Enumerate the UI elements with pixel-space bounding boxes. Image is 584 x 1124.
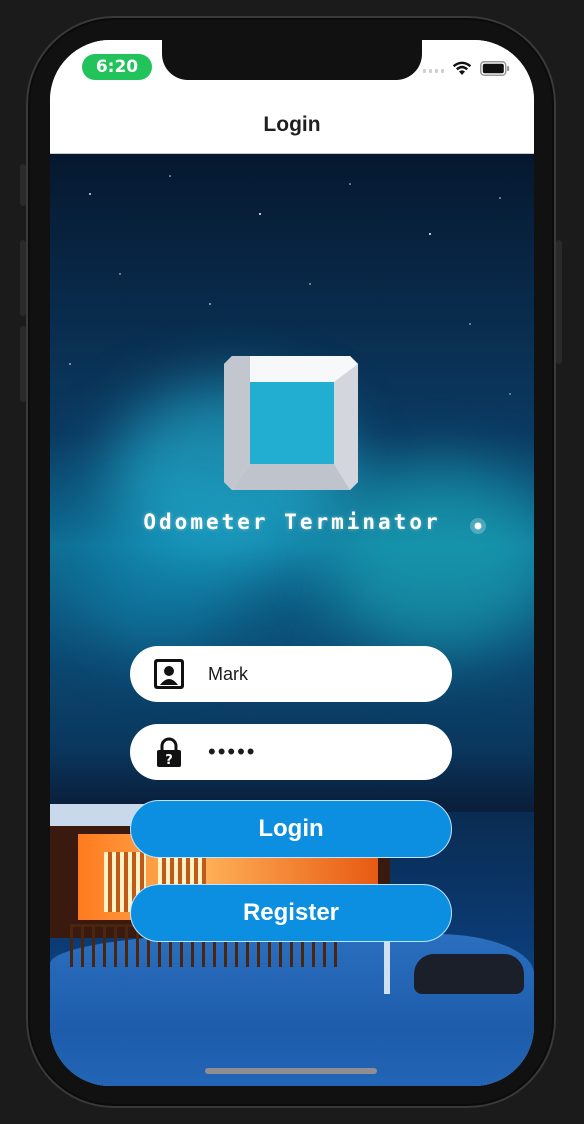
user-icon <box>154 659 184 689</box>
lock-icon: ? <box>157 737 181 767</box>
app-logo-icon <box>224 356 358 490</box>
navigation-bar: Login <box>50 100 534 154</box>
status-bar: 6:20 <box>50 40 534 100</box>
app-name: Odometer Terminator <box>143 510 441 534</box>
page-title: Login <box>263 113 321 136</box>
wifi-icon <box>452 61 472 75</box>
volume-up-button <box>20 240 26 316</box>
power-button <box>556 240 562 364</box>
cellular-signal-icon <box>423 63 444 73</box>
register-button[interactable]: Register <box>130 884 452 942</box>
background-scene: Odometer Terminator ? <box>50 154 534 1086</box>
notch <box>162 40 422 80</box>
password-input[interactable] <box>208 734 428 770</box>
status-icons <box>423 60 510 76</box>
username-input[interactable] <box>208 656 428 692</box>
battery-icon <box>480 60 510 76</box>
volume-down-button <box>20 326 26 402</box>
svg-text:?: ? <box>165 753 173 767</box>
sled <box>414 954 524 994</box>
screen: 6:20 Login Odometer Terminator Mark ? ••… <box>50 40 534 1086</box>
mute-switch <box>20 164 26 206</box>
login-button[interactable]: Login <box>130 800 452 858</box>
password-field[interactable]: ? <box>130 724 452 780</box>
home-indicator[interactable] <box>205 1068 377 1074</box>
status-time: 6:20 <box>82 54 152 80</box>
username-field[interactable] <box>130 646 452 702</box>
